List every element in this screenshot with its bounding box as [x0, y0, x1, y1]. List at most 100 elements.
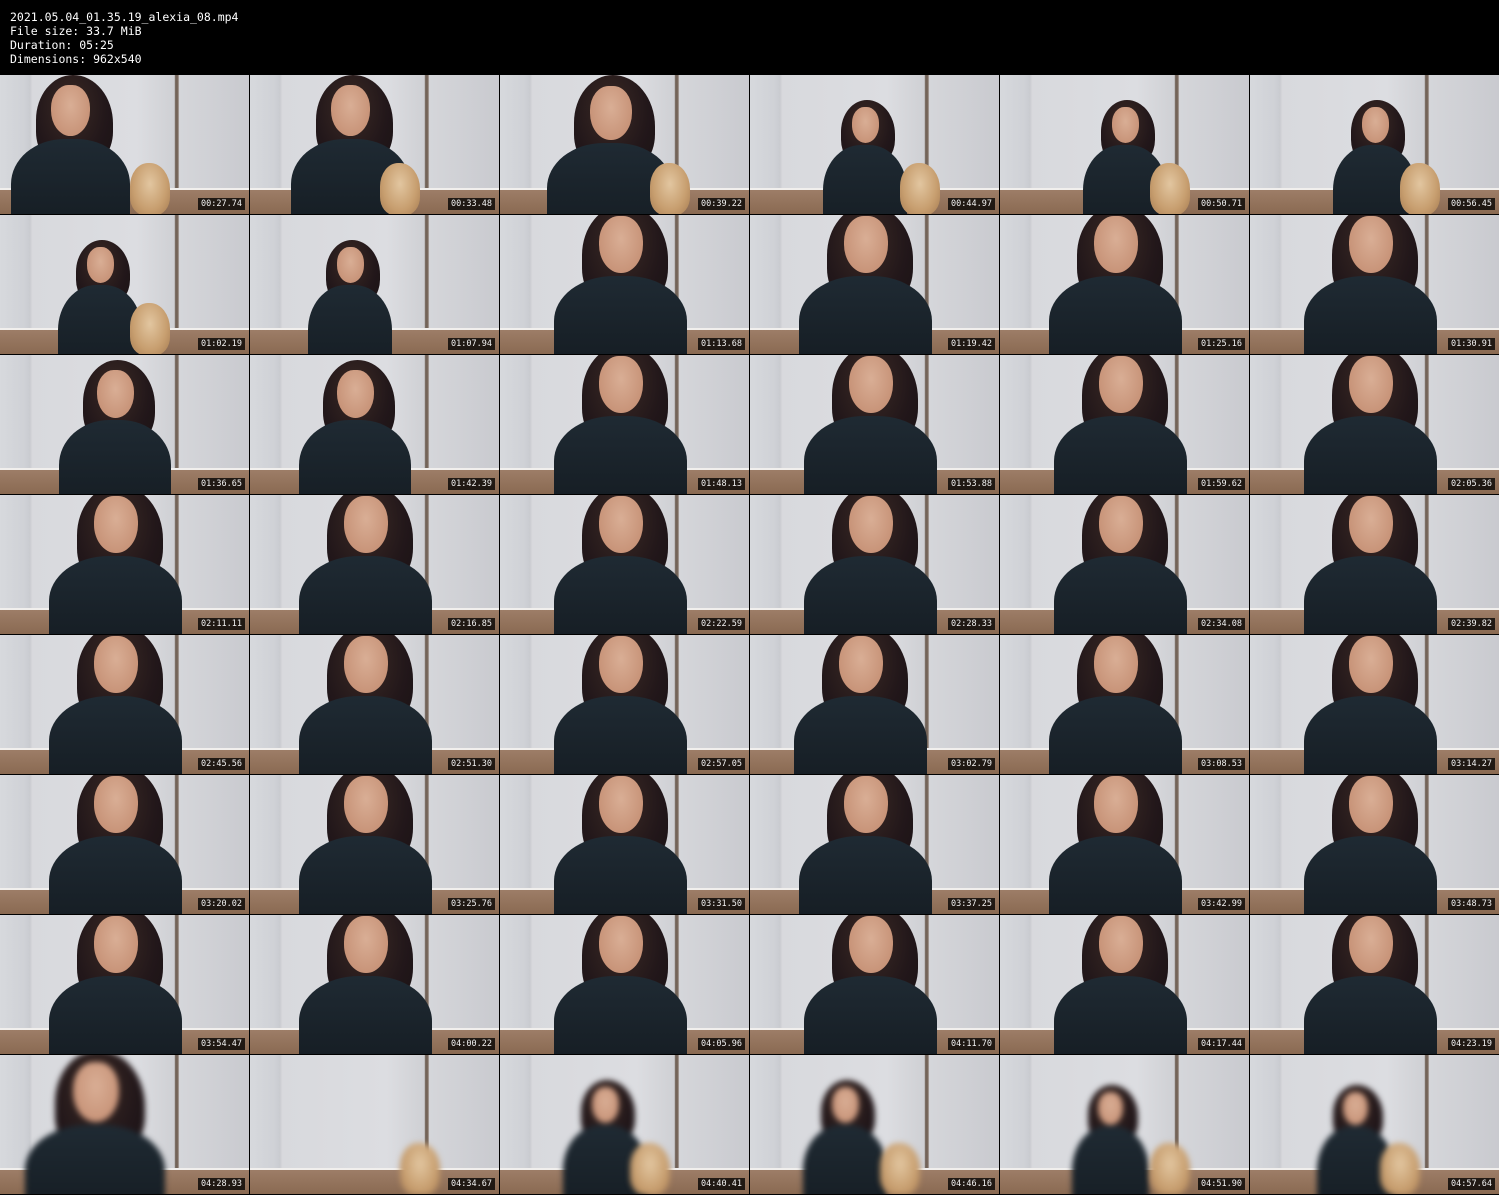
video-thumbnail: 00:27.74 — [0, 75, 249, 214]
face — [1342, 1091, 1369, 1125]
face — [599, 776, 643, 834]
thumbnail-timestamp: 04:11.70 — [948, 1038, 995, 1050]
dog — [1150, 163, 1190, 214]
sweater — [1053, 556, 1187, 634]
sweater — [308, 285, 392, 354]
dog — [650, 163, 690, 214]
dog — [130, 303, 170, 354]
thumbnail-timestamp: 03:42.99 — [1198, 898, 1245, 910]
thumbnail-timestamp: 03:54.47 — [198, 1038, 245, 1050]
thumbnail-timestamp: 01:42.39 — [448, 478, 495, 490]
video-dimensions: Dimensions: 962x540 — [10, 52, 142, 66]
face — [599, 356, 643, 414]
thumbnail-timestamp: 02:34.08 — [1198, 618, 1245, 630]
face — [1099, 356, 1143, 414]
video-thumbnail: 03:25.76 — [250, 775, 499, 914]
video-thumbnail: 02:57.05 — [500, 635, 749, 774]
thumbnail-timestamp: 01:53.88 — [948, 478, 995, 490]
face — [599, 916, 643, 974]
sweater — [803, 976, 937, 1054]
sweater — [1053, 976, 1187, 1054]
face — [344, 496, 388, 554]
thumbnail-timestamp: 00:39.22 — [698, 198, 745, 210]
sweater — [553, 696, 687, 774]
thumbnail-timestamp: 02:05.36 — [1448, 478, 1495, 490]
video-thumbnail: 02:45.56 — [0, 635, 249, 774]
thumbnail-timestamp: 02:39.82 — [1448, 618, 1495, 630]
contact-sheet-header: 2021.05.04_01.35.19_alexia_08.mp4 File s… — [0, 0, 1499, 75]
thumbnail-timestamp: 00:50.71 — [1198, 198, 1245, 210]
thumbnail-timestamp: 01:36.65 — [198, 478, 245, 490]
thumbnail-timestamp: 02:11.11 — [198, 618, 245, 630]
video-thumbnail: 01:30.91 — [1250, 215, 1499, 354]
baseboard — [250, 1167, 499, 1171]
video-thumbnail: 03:20.02 — [0, 775, 249, 914]
thumbnail-timestamp: 04:51.90 — [1198, 1178, 1245, 1190]
face — [1097, 1091, 1124, 1125]
thumbnail-timestamp: 04:34.67 — [448, 1178, 495, 1190]
sweater — [25, 1125, 165, 1194]
sweater — [298, 976, 432, 1054]
face — [344, 636, 388, 694]
face — [844, 776, 888, 834]
video-thumbnail: 03:48.73 — [1250, 775, 1499, 914]
thumbnail-timestamp: 03:02.79 — [948, 758, 995, 770]
dog — [880, 1143, 920, 1194]
video-filename: 2021.05.04_01.35.19_alexia_08.mp4 — [10, 10, 239, 24]
sweater — [1303, 696, 1437, 774]
face — [1099, 916, 1143, 974]
video-thumbnail: 03:42.99 — [1000, 775, 1249, 914]
sweater — [803, 1125, 887, 1194]
thumbnail-timestamp: 03:14.27 — [1448, 758, 1495, 770]
video-thumbnail: 04:28.93 — [0, 1055, 249, 1194]
sweater — [1071, 1126, 1149, 1194]
video-thumbnail: 02:34.08 — [1000, 495, 1249, 634]
dog — [900, 163, 940, 214]
thumbnail-timestamp: 00:44.97 — [948, 198, 995, 210]
thumbnail-timestamp: 01:07.94 — [448, 338, 495, 350]
video-thumbnail: 04:46.16 — [750, 1055, 999, 1194]
thumbnail-timestamp: 04:23.19 — [1448, 1038, 1495, 1050]
face — [590, 85, 632, 140]
thumbnail-timestamp: 00:33.48 — [448, 198, 495, 210]
video-thumbnail: 03:37.25 — [750, 775, 999, 914]
thumbnail-timestamp: 03:20.02 — [198, 898, 245, 910]
video-thumbnail: 04:17.44 — [1000, 915, 1249, 1054]
thumbnail-timestamp: 02:51.30 — [448, 758, 495, 770]
video-thumbnail: 03:31.50 — [500, 775, 749, 914]
sweater — [1048, 276, 1182, 354]
thumbnail-timestamp: 03:08.53 — [1198, 758, 1245, 770]
dog — [380, 163, 420, 214]
sweater — [48, 696, 182, 774]
video-file-size: File size: 33.7 MiB — [10, 24, 142, 38]
thumbnail-timestamp: 03:25.76 — [448, 898, 495, 910]
sweater — [298, 696, 432, 774]
video-thumbnail: 02:11.11 — [0, 495, 249, 634]
sweater — [553, 276, 687, 354]
video-thumbnail: 04:11.70 — [750, 915, 999, 1054]
sweater — [48, 836, 182, 914]
sweater — [10, 138, 130, 214]
dog — [1380, 1143, 1420, 1194]
video-thumbnail: 01:02.19 — [0, 215, 249, 354]
video-thumbnail: 04:34.67 — [250, 1055, 499, 1194]
face — [599, 496, 643, 554]
sweater — [803, 556, 937, 634]
video-thumbnail: 02:05.36 — [1250, 355, 1499, 494]
face — [94, 636, 138, 694]
video-thumbnail: 01:59.62 — [1000, 355, 1249, 494]
sweater — [59, 420, 171, 494]
thumbnail-timestamp: 01:48.13 — [698, 478, 745, 490]
video-thumbnail: 02:39.82 — [1250, 495, 1499, 634]
face — [849, 916, 893, 974]
video-thumbnail: 02:51.30 — [250, 635, 499, 774]
thumbnail-timestamp: 00:27.74 — [198, 198, 245, 210]
video-thumbnail: 04:23.19 — [1250, 915, 1499, 1054]
thumbnail-timestamp: 04:40.41 — [698, 1178, 745, 1190]
video-thumbnail: 00:50.71 — [1000, 75, 1249, 214]
dog — [630, 1143, 670, 1194]
sweater — [299, 420, 411, 494]
video-thumbnail: 04:57.64 — [1250, 1055, 1499, 1194]
video-thumbnail: 01:36.65 — [0, 355, 249, 494]
sweater — [798, 276, 932, 354]
